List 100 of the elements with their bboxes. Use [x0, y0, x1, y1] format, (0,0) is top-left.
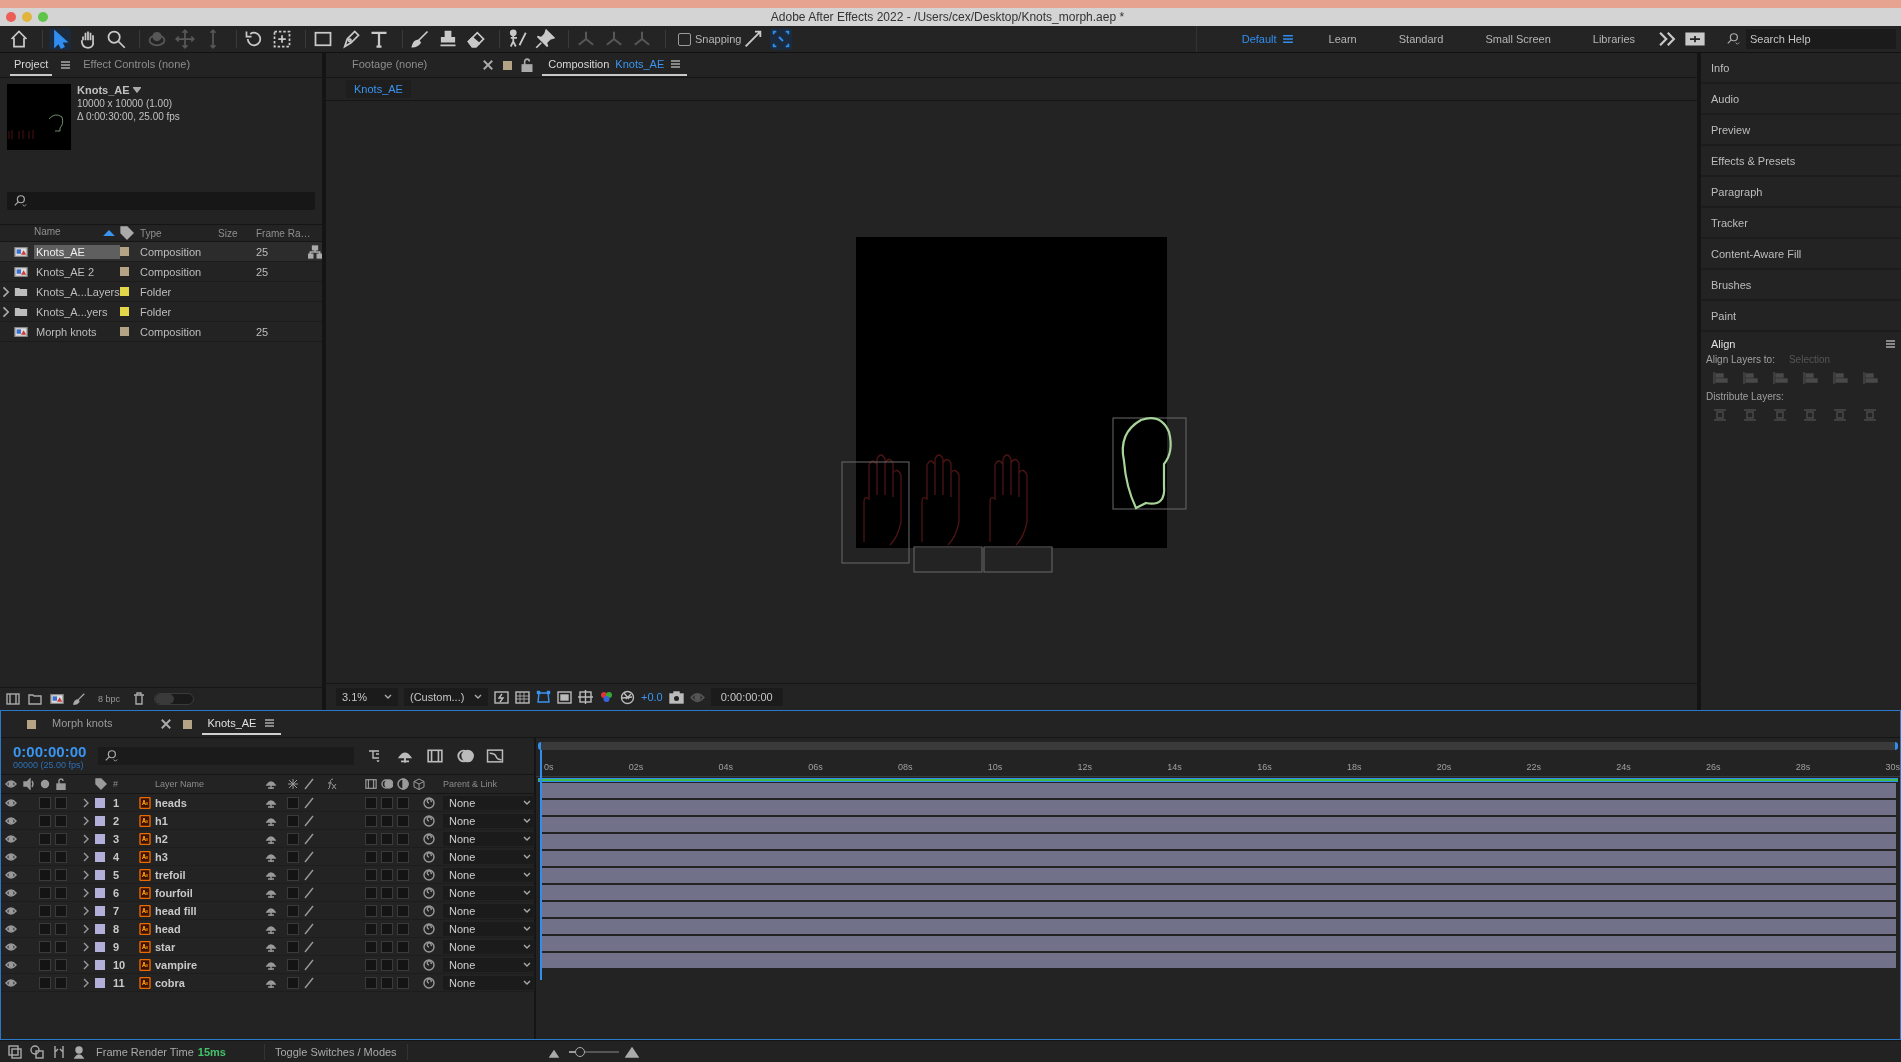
solo-toggle[interactable]: [39, 958, 51, 971]
parent-dropdown[interactable]: None: [443, 867, 535, 882]
layer-name[interactable]: heads: [155, 796, 265, 809]
switch-toggle[interactable]: [381, 832, 393, 845]
switch-toggle[interactable]: [397, 796, 409, 809]
eye-icon[interactable]: [5, 886, 17, 899]
panel-tab[interactable]: Composition Knots_AE: [542, 54, 688, 76]
switch-toggle[interactable]: [397, 940, 409, 953]
panel-header[interactable]: Paint: [1701, 301, 1901, 330]
parent-dropdown[interactable]: None: [443, 885, 535, 900]
eye-icon[interactable]: [5, 940, 17, 953]
panel-header[interactable]: Audio: [1701, 84, 1901, 113]
lock-toggle[interactable]: [55, 886, 67, 899]
grid-guides-icon[interactable]: [578, 689, 593, 705]
label-color-swatch[interactable]: [95, 869, 105, 880]
composition-tab[interactable]: Knots_AE: [346, 80, 411, 98]
parent-dropdown[interactable]: None: [443, 849, 535, 864]
switch-toggle[interactable]: [381, 976, 393, 989]
switch-toggle[interactable]: [365, 814, 377, 827]
layer-name[interactable]: fourfoil: [155, 886, 265, 899]
switch-toggle[interactable]: [365, 850, 377, 863]
motion-blur-icon[interactable]: [456, 748, 475, 764]
close-icon[interactable]: [481, 58, 496, 72]
panel-header[interactable]: Effects & Presets: [1701, 146, 1901, 175]
home-icon[interactable]: [8, 28, 30, 50]
search-field[interactable]: [98, 747, 355, 765]
in-out-icon[interactable]: [52, 1045, 66, 1059]
pick-whip-icon[interactable]: [423, 904, 435, 917]
dropdown-caret-icon[interactable]: [132, 87, 141, 93]
solo-dot-icon[interactable]: [39, 778, 51, 790]
transfer-controls-icon[interactable]: [30, 1045, 44, 1059]
pick-whip-icon[interactable]: [423, 850, 435, 863]
search-field[interactable]: [7, 192, 315, 210]
label-color-swatch[interactable]: [120, 287, 129, 296]
switch-toggle[interactable]: [381, 850, 393, 863]
eye-icon[interactable]: [5, 796, 17, 809]
pen-icon[interactable]: [340, 28, 362, 50]
layer-name[interactable]: trefoil: [155, 868, 265, 881]
sun-icon[interactable]: [287, 778, 299, 790]
project-item-row[interactable]: Knots_AE Composition 25: [0, 242, 322, 262]
parent-dropdown[interactable]: None: [443, 831, 535, 846]
switch-toggle[interactable]: [365, 904, 377, 917]
solo-toggle[interactable]: [39, 868, 51, 881]
color-channels-icon[interactable]: [599, 689, 614, 705]
film-icon[interactable]: [365, 778, 377, 790]
layer-name[interactable]: star: [155, 940, 265, 953]
eye-icon[interactable]: [5, 832, 17, 845]
label-color-swatch[interactable]: [95, 977, 105, 988]
switch-toggle[interactable]: [397, 958, 409, 971]
panel-header[interactable]: Preview: [1701, 115, 1901, 144]
switch-toggle[interactable]: [365, 832, 377, 845]
parent-dropdown[interactable]: None: [443, 939, 535, 954]
layer-name[interactable]: h2: [155, 832, 265, 845]
switch-toggle[interactable]: [365, 886, 377, 899]
label-color-swatch[interactable]: [120, 307, 129, 316]
snap-icon[interactable]: [769, 28, 792, 50]
timecode-field[interactable]: 0:00:00:00: [710, 688, 783, 706]
column-header[interactable]: Name: [34, 226, 61, 240]
graph-editor-icon[interactable]: [486, 748, 505, 764]
switch-toggle[interactable]: [287, 814, 299, 827]
quality-slash-icon[interactable]: [303, 922, 315, 935]
layer-name[interactable]: h1: [155, 814, 265, 827]
eye-icon[interactable]: [5, 976, 17, 989]
quality-slash-icon[interactable]: [303, 778, 315, 790]
project-item-row[interactable]: Knots_A...Layers Folder: [0, 282, 322, 302]
lock-toggle[interactable]: [55, 976, 67, 989]
quality-slash-icon[interactable]: [303, 832, 315, 845]
switch-toggle[interactable]: [381, 904, 393, 917]
frame-blending-icon[interactable]: [426, 748, 445, 764]
pushpin-icon[interactable]: [534, 28, 556, 50]
label-color-swatch[interactable]: [95, 887, 105, 898]
fast-preview-icon[interactable]: [494, 689, 509, 705]
label-color-swatch[interactable]: [95, 905, 105, 916]
interpret-footage-icon[interactable]: [6, 692, 20, 706]
workspace-tab[interactable]: Small Screen: [1464, 33, 1572, 45]
zoom-in-mountain-icon[interactable]: [625, 1045, 639, 1059]
eye-icon[interactable]: [5, 778, 17, 790]
label-color-swatch[interactable]: [95, 815, 105, 826]
layer-name[interactable]: vampire: [155, 958, 265, 971]
layer-name[interactable]: head: [155, 922, 265, 935]
brush-icon[interactable]: [72, 692, 86, 706]
project-item-row[interactable]: Morph knots Composition 25: [0, 322, 322, 342]
quality-slash-icon[interactable]: [303, 958, 315, 971]
switch-toggle[interactable]: [287, 958, 299, 971]
panel-header[interactable]: Tracker: [1701, 208, 1901, 237]
layer-name[interactable]: head fill: [155, 904, 265, 917]
column-header[interactable]: Frame Ra…: [256, 227, 308, 239]
switch-toggle[interactable]: [397, 868, 409, 881]
column-header[interactable]: Layer Name: [155, 779, 265, 789]
switch-toggle[interactable]: [381, 958, 393, 971]
new-composition-icon[interactable]: [50, 692, 64, 706]
search-field[interactable]: Search Help: [1746, 29, 1896, 49]
label-color-swatch[interactable]: [95, 833, 105, 844]
fx-icon[interactable]: [325, 778, 337, 790]
label-color-swatch[interactable]: [120, 267, 129, 276]
transparency-grid-icon[interactable]: [515, 689, 530, 705]
pick-whip-icon[interactable]: [423, 976, 435, 989]
pick-whip-icon[interactable]: [423, 886, 435, 899]
switch-toggle[interactable]: [397, 850, 409, 863]
switch-toggle[interactable]: [365, 868, 377, 881]
